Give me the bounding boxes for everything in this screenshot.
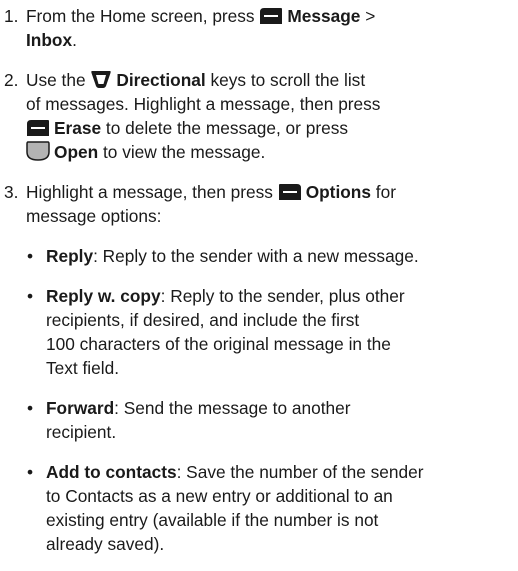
inbox-label: Inbox bbox=[26, 30, 73, 50]
step-2-line-3: Erase to delete the message, or press bbox=[26, 116, 518, 140]
directional-label: Directional bbox=[116, 70, 206, 90]
step-2-line-2: of messages. Highlight a message, then p… bbox=[26, 94, 381, 114]
step-3-line-2: message options: bbox=[26, 206, 162, 226]
right-softkey-icon bbox=[278, 184, 301, 200]
message-options-list: • Reply: Reply to the sender with a new … bbox=[26, 244, 518, 556]
erase-key-label: Erase bbox=[54, 118, 102, 138]
step-2-line-1: Use the Directional keys to scroll the l… bbox=[26, 70, 366, 90]
step-1-line-1: From the Home screen, press Message > bbox=[26, 6, 376, 26]
step-number: 2. bbox=[4, 70, 19, 90]
option-title: Forward bbox=[46, 398, 115, 418]
option-reply-w-copy: • Reply w. copy: Reply to the sender, pl… bbox=[26, 284, 518, 380]
step-number: 3. bbox=[4, 182, 19, 202]
step-1-line-2: Inbox. bbox=[26, 30, 77, 50]
option-line: 100 characters of the original message i… bbox=[46, 334, 391, 354]
option-line: to Contacts as a new entry or additional… bbox=[46, 486, 393, 506]
bullet: • bbox=[27, 462, 34, 482]
directional-key-icon bbox=[91, 71, 112, 88]
option-line: recipients, if desired, and include the … bbox=[46, 310, 360, 330]
option-forward: • Forward: Send the message to another r… bbox=[26, 396, 518, 444]
options-key-label: Options bbox=[305, 182, 371, 202]
step-3-line-1: Highlight a message, then press Options … bbox=[26, 182, 396, 202]
left-softkey-icon bbox=[260, 8, 283, 24]
center-key-icon bbox=[26, 141, 50, 161]
message-key-label: Message bbox=[287, 6, 361, 26]
option-title: Reply bbox=[46, 246, 94, 266]
open-key-label: Open bbox=[54, 142, 99, 162]
option-line: existing entry (available if the number … bbox=[46, 510, 379, 530]
bullet: • bbox=[27, 246, 34, 266]
step-2: 2. Use the Directional keys to scroll th… bbox=[0, 68, 518, 164]
option-line: Text field. bbox=[46, 358, 119, 378]
steps-list: 1. From the Home screen, press Message >… bbox=[0, 4, 518, 556]
bullet: • bbox=[27, 398, 34, 418]
step-3: 3. Highlight a message, then press Optio… bbox=[0, 180, 518, 556]
left-softkey-icon bbox=[27, 120, 49, 136]
option-title: Reply w. copy bbox=[46, 286, 161, 306]
option-title: Add to contacts bbox=[46, 462, 177, 482]
step-number: 1. bbox=[4, 6, 19, 26]
step-1: 1. From the Home screen, press Message >… bbox=[0, 4, 518, 52]
step-2-line-4: Open to view the message. bbox=[26, 140, 518, 164]
option-line: recipient. bbox=[46, 422, 117, 442]
option-line: already saved). bbox=[46, 534, 165, 554]
instruction-page: 1. From the Home screen, press Message >… bbox=[0, 4, 518, 571]
bullet: • bbox=[27, 286, 34, 306]
option-add-to-contacts: • Add to contacts: Save the number of th… bbox=[26, 460, 518, 556]
option-reply: • Reply: Reply to the sender with a new … bbox=[27, 246, 419, 266]
